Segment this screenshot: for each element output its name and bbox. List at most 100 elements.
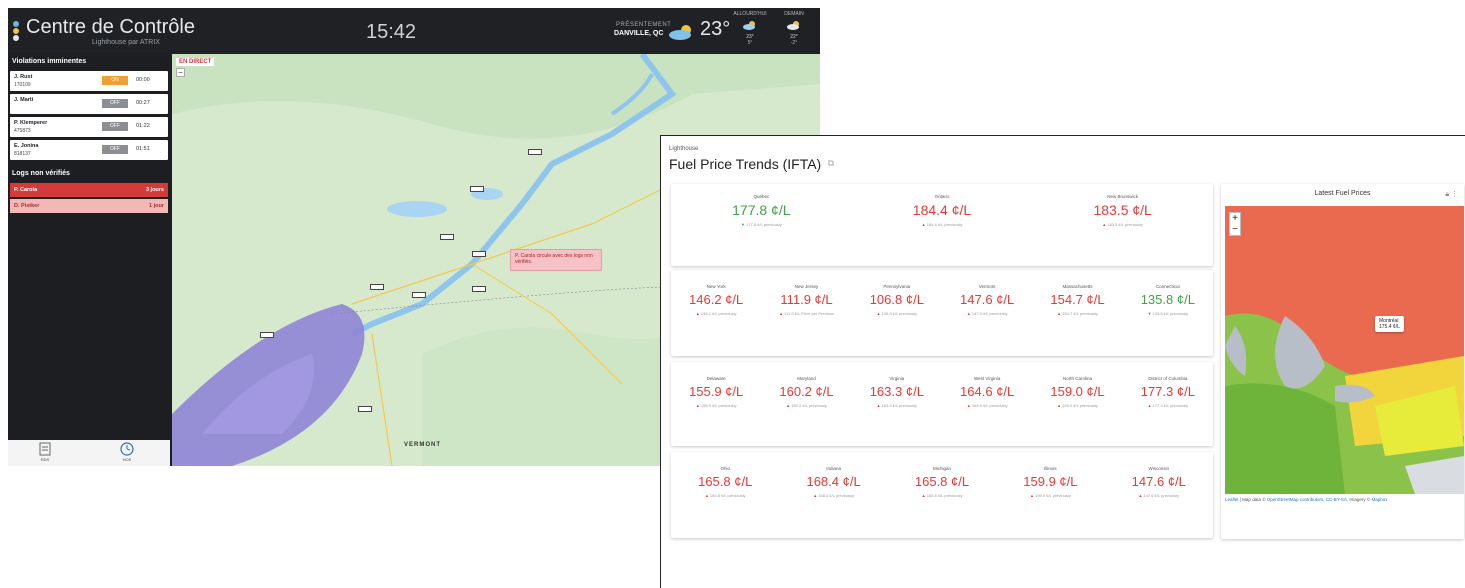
fuel-price-card: Pennsylvania 106.8 ¢/L ▲ 106.8 ¢/L previou… (852, 284, 942, 316)
lock-icon[interactable]: 🔒︎ (1445, 191, 1449, 198)
clipboard-icon (39, 442, 51, 456)
previous-price: ▲ 154.7 ¢/L previously (1032, 311, 1122, 316)
fuel-price-value: 135.8 ¢/L (1140, 292, 1195, 307)
trend-arrow-icon: ▲ (695, 403, 700, 408)
fuel-price-value: 165.8 ¢/L (914, 474, 970, 489)
state-name: West Virginia (973, 376, 1001, 381)
fuel-price-card: District of Columbia 177.3 ¢/L ▲ 177.3 ¢/L… (1123, 376, 1213, 408)
forecast-today: ALLOURD'HUI 23° 5° (730, 11, 770, 46)
zoom-out-button[interactable]: − (176, 68, 185, 77)
fuel-price-value: 184.4 ¢/L (912, 202, 972, 218)
fuel-price-map[interactable]: + − Montréal 175.4 ¢/L (1225, 206, 1464, 494)
previous-price-text: 177.3 ¢/L previously (1152, 403, 1189, 408)
fuel-price-value: 155.9 ¢/L (689, 384, 744, 399)
page-title: Fuel Price Trends (IFTA) (669, 156, 822, 172)
truck-marker[interactable] (528, 149, 542, 155)
previous-price: ▲ 164.6 ¢/L previously (942, 403, 1032, 408)
violation-card[interactable]: J. Rust 170109 ON 00:00 (10, 71, 168, 91)
previous-price-text: 146.2 ¢/L previously (700, 311, 737, 316)
clock-alert-icon (120, 442, 134, 456)
control-center-header: Centre de Contrôle Lighthouse par ATRIX … (8, 8, 820, 54)
trend-arrow-icon: ▼ (740, 222, 745, 227)
copy-icon[interactable]: ⧉ (828, 158, 834, 168)
state-name: New Jersey (794, 284, 819, 289)
previous-price-text: 184.4 ¢/L previously (926, 222, 963, 227)
price-panel: Québec 177.8 ¢/L ▼ 177.8 ¢/L previously Ont… (671, 184, 1213, 266)
previous-price: ▲ 147.6 ¢/L previously (942, 311, 1032, 316)
fuel-price-card: New York 146.2 ¢/L ▲ 146.2 ¢/L previously (671, 284, 761, 316)
weather-city: DANVILLE, QC (614, 30, 664, 37)
previous-price: ▲ 163.3 ¢/L previously (852, 403, 942, 408)
partly-cloudy-icon (668, 24, 696, 45)
truck-marker[interactable] (472, 286, 486, 292)
tab-rds[interactable]: RDS (30, 442, 60, 462)
violation-card[interactable]: J. Marti OFF 00:27 (10, 94, 168, 114)
previous-price: ▲ 159.9 ¢/L previously (996, 493, 1104, 498)
osm-link[interactable]: OpenStreetMap contributors (1267, 497, 1324, 502)
truck-marker[interactable] (440, 234, 454, 240)
truck-id: 475873 (14, 128, 31, 134)
fuel-price-value: 111.9 ¢/L (780, 292, 833, 307)
lighthouse-logo-icon (12, 20, 20, 42)
violation-card[interactable]: P. Klemperer 475873 OFF 01:22 (10, 117, 168, 137)
forecast-lo: 5° (747, 40, 753, 46)
trend-arrow-icon: ▲ (695, 311, 700, 316)
fuel-price-card: Virginia 163.3 ¢/L ▲ 163.3 ¢/L previously (852, 376, 942, 408)
fuel-price-value: 159.0 ¢/L (1050, 384, 1105, 399)
previous-price-text: 159.0 ¢/L previously (1062, 403, 1098, 408)
driver-name: J. Rust (14, 74, 33, 80)
truck-marker[interactable] (412, 292, 426, 298)
trend-arrow-icon: ▼ (1147, 311, 1152, 316)
violation-card[interactable]: E. Jonina 818137 OFF 01:51 (10, 140, 168, 160)
attribution-text: | Map data © (1238, 497, 1267, 502)
previous-price: ▲ 183.5 ¢/L previously (1032, 222, 1213, 227)
fuel-price-card: Connecticut 135.8 ¢/L ▼ 135.8 ¢/L previous… (1123, 284, 1213, 316)
truck-marker[interactable] (470, 186, 484, 192)
cc-link[interactable]: CC-BY-SA (1326, 497, 1347, 502)
zoom-out-button[interactable]: − (1230, 224, 1240, 235)
price-panel: New York 146.2 ¢/L ▲ 146.2 ¢/L previously N… (671, 270, 1213, 356)
duty-status-badge: ON (102, 76, 128, 85)
truck-marker[interactable] (358, 406, 372, 412)
duty-status-badge: OFF (102, 99, 128, 108)
state-name: Ontario (934, 194, 950, 199)
state-name: North Carolina (1062, 376, 1092, 381)
trend-arrow-icon: ▲ (779, 311, 784, 316)
unverified-log-row[interactable]: P. Carola 3 jours (10, 183, 168, 197)
log-age: 3 jours (145, 187, 164, 193)
duty-status-badge: OFF (102, 145, 128, 154)
state-name: New York (706, 284, 726, 289)
state-name: Indiana (826, 466, 841, 471)
fuel-price-card: Indiana 168.4 ¢/L ▲ 168.4 ¢/L previously (779, 466, 887, 498)
leaflet-link[interactable]: Leaflet (1225, 497, 1239, 502)
truck-marker[interactable] (260, 332, 274, 338)
truck-marker[interactable] (472, 251, 486, 257)
trend-arrow-icon: ▲ (786, 403, 791, 408)
more-icon[interactable]: ⋮ (1451, 191, 1458, 198)
fuel-price-value: 183.5 ¢/L (1093, 202, 1152, 218)
trend-arrow-icon: ▲ (876, 311, 881, 316)
previous-price: ▲ 146.2 ¢/L previously (671, 311, 761, 316)
previous-price-text: 159.9 ¢/L previously (1035, 493, 1071, 498)
app-title: Centre de Contrôle (26, 16, 195, 38)
weather-temp: 23° (700, 18, 731, 40)
fuel-price-value: 164.6 ¢/L (960, 384, 1015, 399)
truck-marker[interactable] (370, 284, 384, 290)
partly-cloudy-icon (774, 20, 814, 32)
choropleth-map (1225, 206, 1464, 494)
fuel-price-card: Michigan 165.8 ¢/L ▲ 165.8 ¢/L previously (888, 466, 996, 498)
zoom-in-button[interactable]: + (1230, 213, 1240, 224)
previous-price-text: 135.8 ¢/L previously (1152, 311, 1189, 316)
previous-price: ▲ 111.9 ¢/L Price per Previous (761, 311, 851, 316)
fuel-price-value: 160.2 ¢/L (779, 384, 834, 399)
log-age: 1 jour (149, 203, 164, 209)
fuel-price-card: West Virginia 164.6 ¢/L ▲ 164.6 ¢/L previo… (942, 376, 1032, 408)
mapbox-link[interactable]: Mapbox (1371, 497, 1387, 502)
weather-now-label: PRÉSENTEMENT (616, 22, 672, 28)
heart-icon[interactable]: ♡ (817, 158, 825, 168)
tab-hos-label: HOS (122, 457, 132, 462)
fuel-price-card: Massachusetts 154.7 ¢/L ▲ 154.7 ¢/L previo… (1032, 284, 1122, 316)
unverified-log-row[interactable]: D. Pistker 1 jour (10, 199, 168, 213)
app-subtitle: Lighthouse par ATRIX (92, 39, 160, 46)
tab-hos[interactable]: HOS (112, 442, 142, 462)
